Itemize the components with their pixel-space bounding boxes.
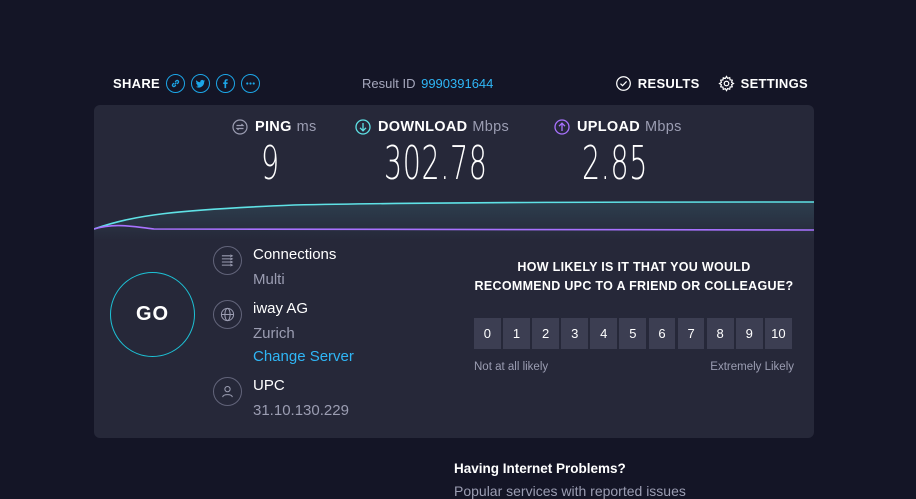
download-icon <box>355 119 371 135</box>
score-2-button[interactable]: 2 <box>532 318 559 349</box>
results-label: RESULTS <box>637 76 700 91</box>
upload-icon <box>554 119 570 135</box>
connections-info: Connections Multi <box>213 246 336 289</box>
server-location: Zurich <box>253 325 295 342</box>
download-label: DOWNLOAD <box>378 119 468 135</box>
globe-icon <box>213 300 242 329</box>
score-0-button[interactable]: 0 <box>474 318 501 349</box>
more-icon[interactable] <box>241 73 261 93</box>
result-id: Result ID 9990391644 <box>362 76 493 91</box>
results-button[interactable]: RESULTS <box>615 75 700 92</box>
user-ip: 31.10.130.229 <box>253 402 349 419</box>
connections-value: Multi <box>253 271 285 288</box>
user-isp: UPC <box>253 377 285 394</box>
download-value: 302.78 <box>384 136 488 190</box>
user-info: UPC 31.10.130.229 <box>213 377 349 420</box>
connections-icon <box>213 246 242 275</box>
problems-subtitle: Popular services with reported issues <box>454 483 686 499</box>
settings-button[interactable]: SETTINGS <box>717 75 808 92</box>
survey-question: HOW LIKELY IS IT THAT YOU WOULD RECOMMEN… <box>474 260 794 293</box>
upload-label: UPLOAD <box>577 119 641 135</box>
score-7-button[interactable]: 7 <box>677 318 705 349</box>
link-icon[interactable] <box>166 73 186 93</box>
check-circle-icon <box>615 76 631 91</box>
score-10-button[interactable]: 10 <box>764 318 792 349</box>
share-label: SHARE <box>113 75 161 91</box>
download-unit: Mbps <box>472 119 510 135</box>
share-bar: SHARE <box>113 72 266 94</box>
recommend-survey: HOW LIKELY IS IT THAT YOU WOULD RECOMMEN… <box>474 258 794 373</box>
upload-unit: Mbps <box>645 119 682 135</box>
result-id-link[interactable]: 9990391644 <box>421 76 493 91</box>
ping-label: PING <box>255 119 292 135</box>
score-8-button[interactable]: 8 <box>706 318 734 349</box>
ping-icon <box>232 119 248 135</box>
server-name: iway AG <box>253 300 309 317</box>
problems-title: Having Internet Problems? <box>454 461 626 476</box>
change-server-link[interactable]: Change Server <box>253 348 354 366</box>
scale-low-label: Not at all likely <box>474 361 549 373</box>
ping-metric: PING ms 9 <box>232 119 317 187</box>
ping-unit: ms <box>296 119 317 135</box>
score-1-button[interactable]: 1 <box>503 318 530 349</box>
user-icon <box>213 377 242 406</box>
score-4-button[interactable]: 4 <box>590 318 618 349</box>
server-info: iway AG Zurich Change Server <box>213 300 354 366</box>
twitter-icon[interactable] <box>191 73 211 93</box>
internet-problems-section: Having Internet Problems? Popular servic… <box>454 461 686 499</box>
score-9-button[interactable]: 9 <box>735 318 763 349</box>
download-metric: DOWNLOAD Mbps 302.78 <box>355 119 551 187</box>
go-button[interactable]: GO <box>110 272 195 357</box>
survey-scale: 0 1 2 3 4 5 6 7 8 9 10 <box>474 318 794 349</box>
top-nav: RESULTS SETTINGS <box>615 75 808 92</box>
score-5-button[interactable]: 5 <box>619 318 647 349</box>
facebook-icon[interactable] <box>216 73 236 93</box>
speed-graph <box>94 201 814 240</box>
gear-icon <box>717 75 735 92</box>
upload-value: 2.85 <box>582 136 648 190</box>
score-3-button[interactable]: 3 <box>561 318 589 349</box>
result-id-label: Result ID <box>362 76 416 91</box>
upload-metric: UPLOAD Mbps 2.85 <box>554 119 688 187</box>
settings-label: SETTINGS <box>740 76 808 91</box>
ping-value: 9 <box>261 136 280 190</box>
score-6-button[interactable]: 6 <box>648 318 676 349</box>
connections-title: Connections <box>253 246 337 263</box>
results-card: PING ms 9 DOWNLOAD Mbps 302.78 UPLOAD Mb… <box>94 105 814 438</box>
scale-high-label: Extremely Likely <box>710 361 794 373</box>
download-graph-fill <box>94 202 814 240</box>
